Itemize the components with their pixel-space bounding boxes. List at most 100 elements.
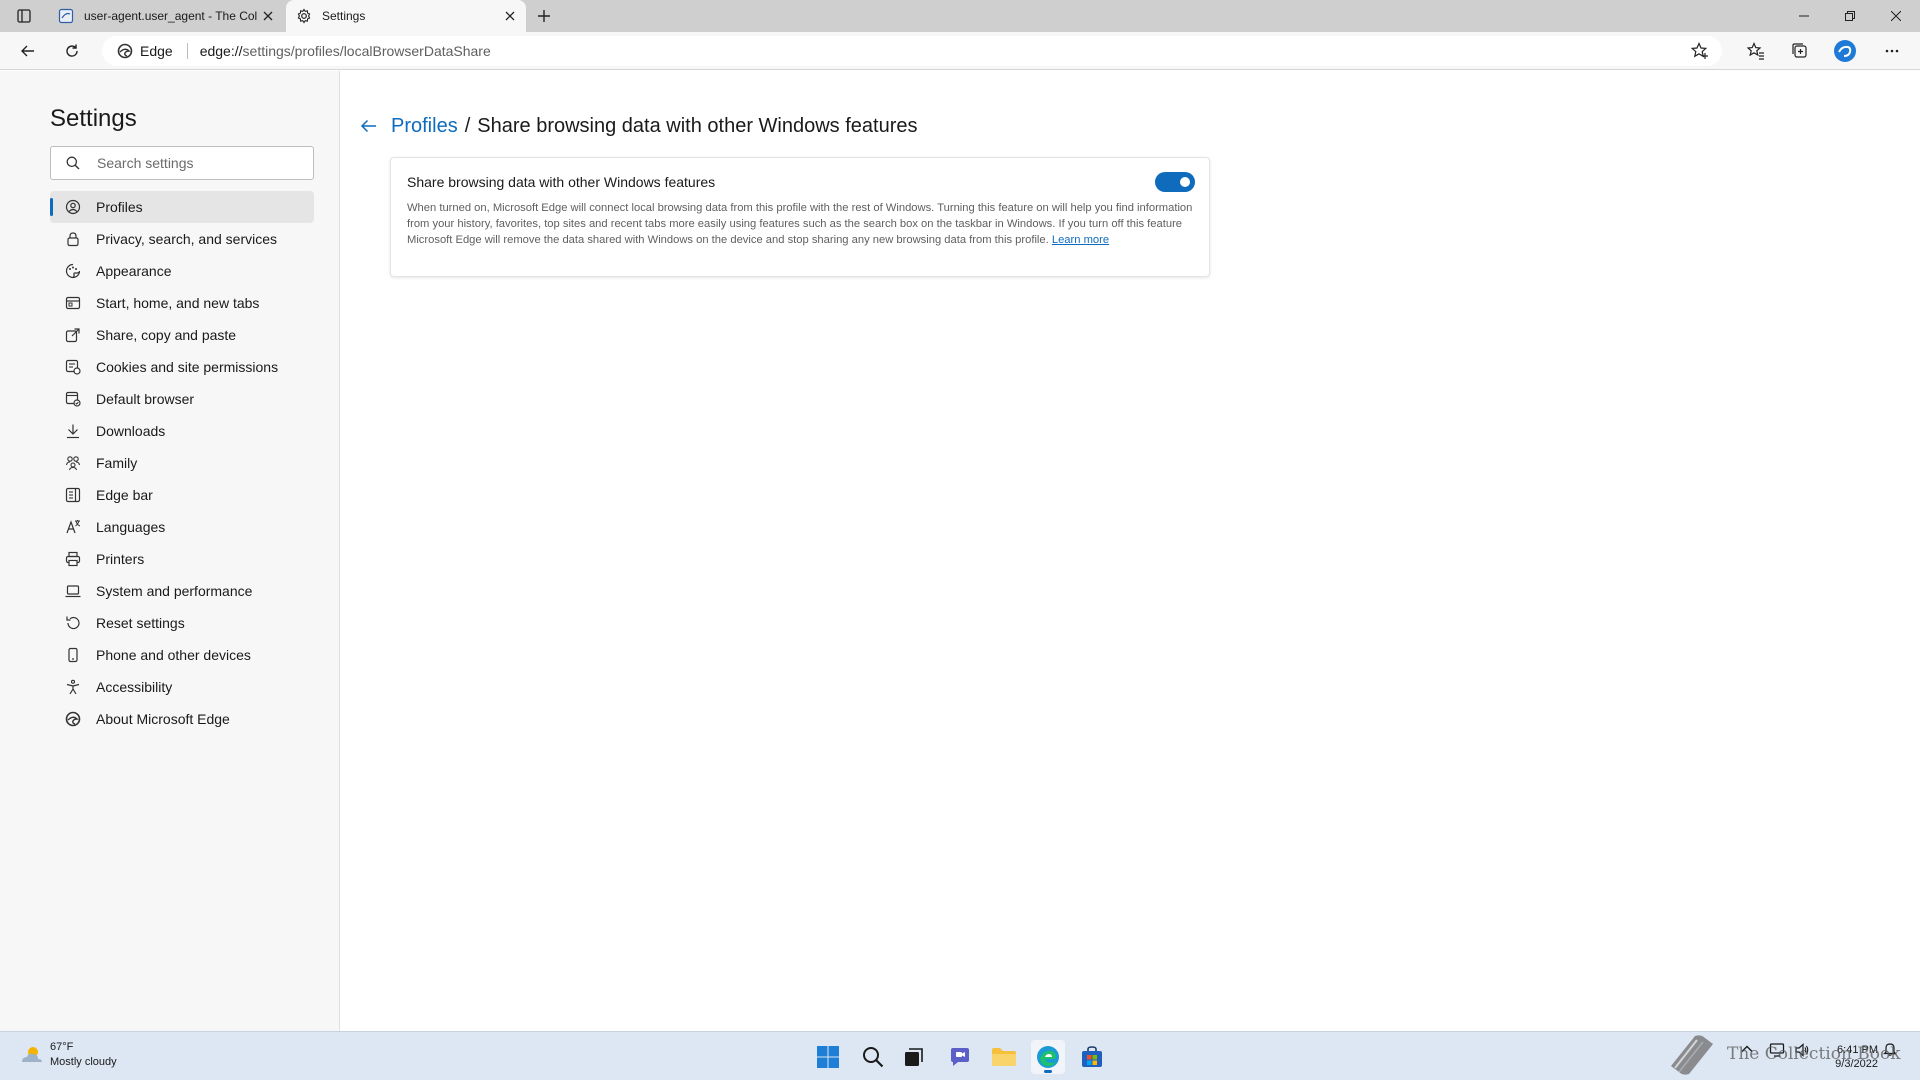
sidebar-item-label: Languages bbox=[96, 519, 166, 535]
task-view-button[interactable] bbox=[897, 1040, 931, 1074]
tab-title: Settings bbox=[322, 9, 366, 23]
teams-chat-button[interactable] bbox=[943, 1040, 977, 1074]
close-icon bbox=[1891, 11, 1901, 21]
more-horizontal-icon bbox=[1885, 49, 1899, 53]
languages-icon bbox=[64, 518, 82, 536]
refresh-icon bbox=[66, 44, 78, 57]
favorites-icon bbox=[1747, 42, 1764, 60]
setting-description: When turned on, Microsoft Edge will conn… bbox=[407, 200, 1197, 248]
refresh-button[interactable] bbox=[58, 37, 86, 65]
tab-close-icon[interactable] bbox=[500, 6, 520, 26]
start-button[interactable] bbox=[811, 1040, 845, 1074]
sidebar-item-downloads[interactable]: Downloads bbox=[50, 415, 314, 447]
sidebar-item-family[interactable]: Family bbox=[50, 447, 314, 479]
page-title: Share browsing data with other Windows f… bbox=[477, 114, 918, 137]
gear-icon bbox=[296, 8, 312, 24]
sidebar-item-profiles[interactable]: Profiles bbox=[50, 191, 314, 223]
store-bag-icon bbox=[1082, 1046, 1102, 1067]
sidebar-item-appearance[interactable]: Appearance bbox=[50, 255, 314, 287]
edge-bar-icon bbox=[64, 486, 82, 504]
share-icon bbox=[64, 326, 82, 344]
settings-more-button[interactable] bbox=[1878, 37, 1906, 65]
sidebar-item-label: About Microsoft Edge bbox=[96, 711, 230, 727]
sidebar-item-label: System and performance bbox=[96, 583, 253, 599]
sidebar-item-label: Phone and other devices bbox=[96, 647, 251, 663]
search-settings-input[interactable] bbox=[97, 155, 297, 171]
collections-icon bbox=[1792, 43, 1807, 58]
sidebar-item-label: Cookies and site permissions bbox=[96, 359, 279, 375]
edge-logo-icon bbox=[1037, 1046, 1059, 1068]
taskbar-search-button[interactable] bbox=[856, 1040, 890, 1074]
sidebar-item-label: Share, copy and paste bbox=[96, 327, 237, 343]
share-browsing-data-toggle[interactable] bbox=[1155, 172, 1195, 192]
address-bar[interactable]: Edge edge://settings/profiles/localBrows… bbox=[102, 36, 1722, 66]
watermark-text: The Collection Book bbox=[1727, 1044, 1901, 1064]
sidebar-item-label: Downloads bbox=[96, 423, 166, 439]
add-favorite-icon[interactable] bbox=[1690, 41, 1710, 61]
minimize-icon bbox=[1799, 15, 1809, 17]
learn-more-link[interactable]: Learn more bbox=[1052, 234, 1109, 246]
sidebar-item-about[interactable]: About Microsoft Edge bbox=[50, 703, 314, 735]
arrow-left-icon bbox=[21, 45, 34, 57]
windows-logo-icon bbox=[817, 1046, 839, 1068]
chat-icon bbox=[951, 1048, 969, 1066]
sidebar-item-cookies[interactable]: Cookies and site permissions bbox=[50, 351, 314, 383]
tab-actions-icon bbox=[17, 9, 31, 23]
sidebar-item-start-home[interactable]: Start, home, and new tabs bbox=[50, 287, 314, 319]
url-path: settings/profiles/localBrowserDataShare bbox=[242, 43, 491, 59]
tab-settings[interactable]: Settings bbox=[286, 0, 526, 32]
browser-toolbar: Edge edge://settings/profiles/localBrows… bbox=[0, 32, 1920, 70]
sidebar-item-label: Privacy, search, and services bbox=[96, 231, 278, 247]
sidebar-title: Settings bbox=[50, 105, 137, 132]
sidebar-item-privacy[interactable]: Privacy, search, and services bbox=[50, 223, 314, 255]
cookies-icon bbox=[64, 358, 82, 376]
edge-logo-icon bbox=[64, 710, 82, 728]
tab-close-icon[interactable] bbox=[258, 6, 278, 26]
share-browsing-data-card: Share browsing data with other Windows f… bbox=[390, 157, 1210, 277]
favorites-button[interactable] bbox=[1742, 37, 1770, 65]
breadcrumb-back-button[interactable] bbox=[357, 114, 381, 138]
profile-icon bbox=[64, 198, 82, 216]
profile-button[interactable] bbox=[1831, 37, 1859, 65]
sidebar-item-share-copy[interactable]: Share, copy and paste bbox=[50, 319, 314, 351]
weather-widget[interactable]: 67°F Mostly cloudy bbox=[18, 1040, 117, 1070]
accessibility-icon bbox=[64, 678, 82, 696]
home-tabs-icon bbox=[64, 294, 82, 312]
sidebar-item-phone[interactable]: Phone and other devices bbox=[50, 639, 314, 671]
restore-button[interactable] bbox=[1827, 0, 1873, 32]
tab-user-agent[interactable]: user-agent.user_agent - The Col bbox=[48, 0, 284, 32]
sidebar-item-system[interactable]: System and performance bbox=[50, 575, 314, 607]
sidebar-item-label: Start, home, and new tabs bbox=[96, 295, 260, 311]
file-explorer-button[interactable] bbox=[987, 1040, 1021, 1074]
arrow-left-icon bbox=[360, 119, 376, 133]
breadcrumb-profiles-link[interactable]: Profiles bbox=[391, 115, 458, 138]
edge-logo-icon bbox=[116, 42, 134, 60]
profile-avatar-icon bbox=[1834, 40, 1856, 62]
collections-button[interactable] bbox=[1786, 37, 1814, 65]
minimize-button[interactable] bbox=[1781, 0, 1827, 32]
plus-icon bbox=[538, 10, 550, 22]
url-scheme: edge:// bbox=[199, 43, 243, 59]
sidebar-item-languages[interactable]: Languages bbox=[50, 511, 314, 543]
close-window-button[interactable] bbox=[1873, 0, 1919, 32]
sidebar-item-accessibility[interactable]: Accessibility bbox=[50, 671, 314, 703]
settings-nav: Profiles Privacy, search, and services A… bbox=[50, 191, 314, 735]
watermark-overlay: The Collection Book bbox=[1665, 1030, 1901, 1078]
new-tab-button[interactable] bbox=[532, 4, 556, 28]
reset-icon bbox=[64, 614, 82, 632]
lock-icon bbox=[64, 230, 82, 248]
breadcrumb-separator: / bbox=[464, 114, 471, 137]
sidebar-item-edge-bar[interactable]: Edge bar bbox=[50, 479, 314, 511]
sidebar-item-default-browser[interactable]: Default browser bbox=[50, 383, 314, 415]
restore-icon bbox=[1845, 11, 1855, 21]
settings-sidebar: Settings Profiles Privacy, search, and s… bbox=[0, 71, 340, 1031]
sidebar-item-printers[interactable]: Printers bbox=[50, 543, 314, 575]
tab-actions-button[interactable] bbox=[8, 4, 40, 28]
search-settings-box[interactable] bbox=[50, 146, 314, 180]
store-button[interactable] bbox=[1075, 1040, 1109, 1074]
setting-title: Share browsing data with other Windows f… bbox=[407, 174, 716, 190]
sidebar-item-reset[interactable]: Reset settings bbox=[50, 607, 314, 639]
edge-taskbar-button[interactable] bbox=[1031, 1040, 1065, 1074]
back-button[interactable] bbox=[14, 37, 42, 65]
sidebar-item-label: Printers bbox=[96, 551, 145, 567]
